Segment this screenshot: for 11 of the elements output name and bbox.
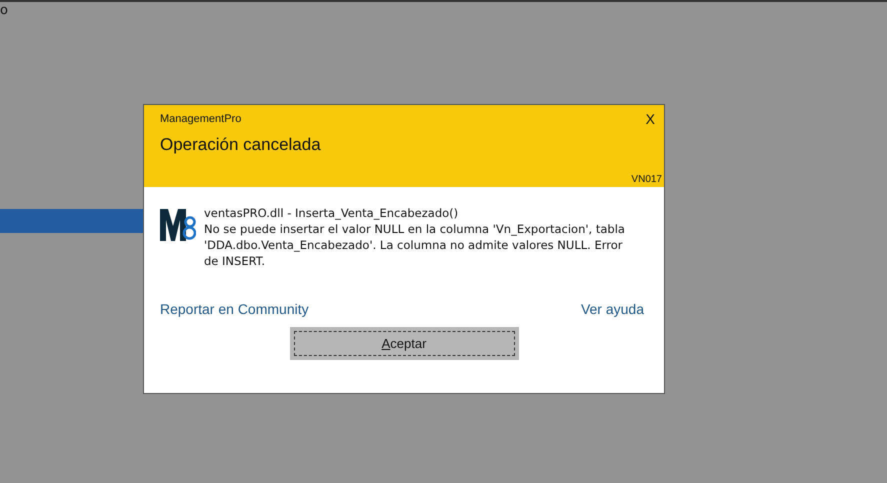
dialog-title: Operación cancelada	[160, 135, 322, 155]
app-name: ManagementPro	[160, 113, 242, 125]
close-button[interactable]: X	[642, 111, 661, 127]
accept-button[interactable]: Aceptar	[290, 327, 518, 360]
report-link[interactable]: Reportar en Community	[160, 301, 309, 317]
background-text: o	[0, 3, 8, 18]
error-code: VN017	[631, 174, 662, 185]
help-link[interactable]: Ver ayuda	[580, 301, 644, 317]
logo-icon	[160, 208, 196, 242]
message-source: ventasPRO.dll - Inserta_Venta_Encabezado()	[204, 205, 460, 221]
error-message: No se puede insertar el valor NULL en la columna 'Vn_Exportacion', tabla 'DDA.dbo.Venta_Encabezado'. La columna no admite valores NULL. Error de INSERT.	[204, 221, 626, 269]
